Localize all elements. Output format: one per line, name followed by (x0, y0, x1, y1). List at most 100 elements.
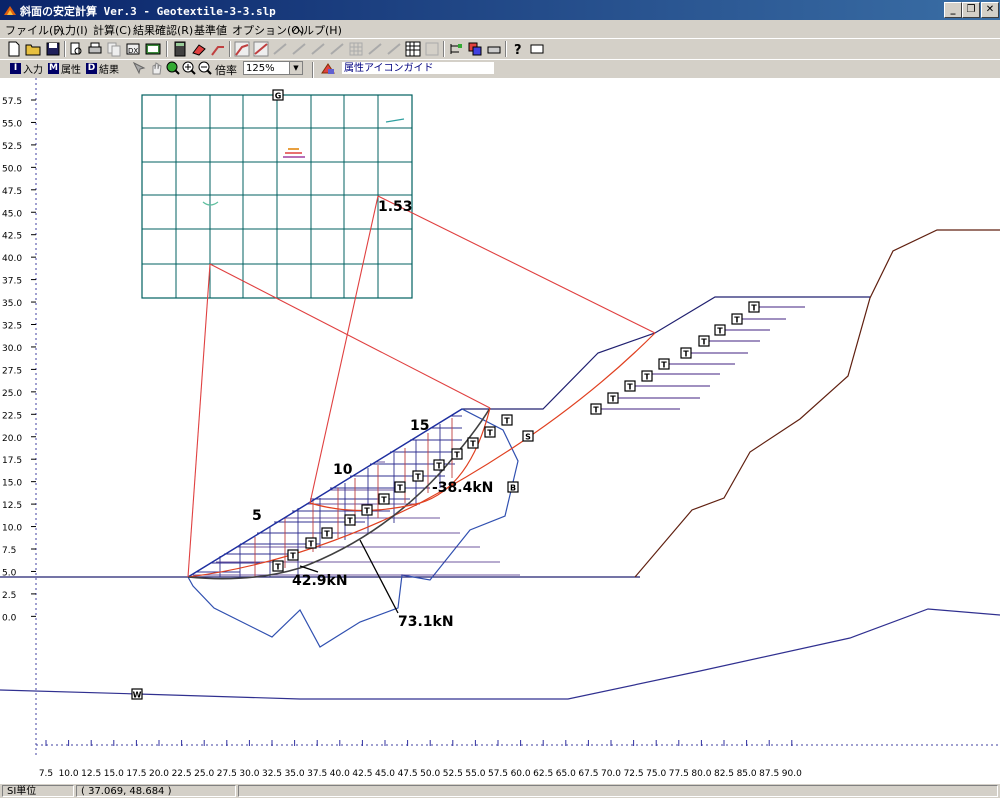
marker-icon: T (624, 380, 636, 392)
slope-edit-icon[interactable] (210, 41, 226, 57)
svg-text:T: T (470, 440, 476, 449)
slice-label-15: 15 (410, 418, 429, 434)
marker-icon: T (698, 335, 710, 347)
slope-hatch-icon[interactable] (253, 41, 269, 57)
status-unit: SI単位 (2, 785, 74, 797)
layer-icon[interactable] (467, 41, 483, 57)
open-folder-icon[interactable] (25, 41, 41, 57)
force-label-3: 73.1kN (398, 614, 454, 630)
zoom-out-icon[interactable] (197, 60, 213, 76)
marker-icon: T (748, 301, 760, 313)
print-setup-icon[interactable] (486, 41, 502, 57)
x-tick-label: 50.0 (420, 769, 440, 779)
search-grid-lines (142, 95, 412, 298)
attribute-guide-field[interactable]: 属性アイコンガイド (341, 61, 495, 75)
slope-disabled1-icon (272, 41, 288, 57)
minimize-button[interactable]: _ (944, 2, 962, 18)
y-tick-label: 12.5 (2, 501, 22, 511)
svg-text:?: ? (514, 43, 522, 57)
marker-icon: B (507, 481, 519, 493)
print-icon[interactable] (87, 41, 103, 57)
zoom-in-icon[interactable] (181, 60, 197, 76)
x-tick-label: 72.5 (624, 769, 644, 779)
copy-icon[interactable] (106, 41, 122, 57)
menu-input[interactable]: 入力(I) (54, 22, 88, 38)
mode-attribute-button[interactable]: M 属性 (48, 61, 81, 76)
y-tick-label: 7.5 (2, 546, 16, 556)
select-icon[interactable] (131, 60, 147, 76)
menu-calc[interactable]: 計算(C) (93, 22, 131, 38)
x-tick-label: 45.0 (375, 769, 395, 779)
marker-icon: T (412, 470, 424, 482)
zoom-fit-icon[interactable] (165, 60, 181, 76)
svg-text:T: T (610, 395, 616, 404)
window-title: 斜面の安定計算 Ver.3 - Geotextile-3-3.slp (20, 5, 276, 18)
marker-icon: T (484, 426, 496, 438)
new-file-icon[interactable] (6, 41, 22, 57)
svg-text:T: T (381, 496, 387, 505)
mode-attribute-label: 属性 (61, 65, 81, 76)
x-tick-label: 37.5 (307, 769, 327, 779)
slice-label-10: 10 (333, 462, 353, 478)
pan-hand-icon[interactable] (148, 60, 164, 76)
svg-text:T: T (454, 451, 460, 460)
marker-icon: G (272, 89, 284, 101)
mode-input-label: 入力 (23, 65, 43, 76)
about-icon[interactable] (529, 41, 545, 57)
y-tick-label: 17.5 (2, 456, 22, 466)
calculator-icon[interactable] (172, 41, 188, 57)
y-tick-label: 50.0 (2, 164, 22, 174)
marker-icon: T (433, 459, 445, 471)
mode-result-label: 結果 (99, 65, 119, 76)
mode-toolbar: I 入力 M 属性 D 結果 倍率 125% ▼ 属性アイコンガイド (0, 59, 1000, 79)
y-tick-label: 15.0 (2, 479, 22, 489)
menu-results[interactable]: 結果確認(R) (133, 22, 193, 38)
zoom-select[interactable]: 125% ▼ (243, 61, 303, 75)
menu-bar: ファイル(F) 入力(I) 計算(C) 結果確認(R) 基準値 オプション(O)… (0, 20, 1000, 38)
y-tick-label: 22.5 (2, 411, 22, 421)
mode-result-button[interactable]: D 結果 (86, 61, 119, 76)
table-icon[interactable] (145, 41, 161, 57)
x-tick-label: 62.5 (533, 769, 553, 779)
svg-text:T: T (627, 383, 633, 392)
eraser-icon[interactable] (191, 41, 207, 57)
slice-label-5: 5 (252, 508, 262, 524)
chart-disabled2-icon (386, 41, 402, 57)
marker-icon: T (658, 358, 670, 370)
export-icon[interactable]: DX (125, 41, 141, 57)
grid-disabled-icon (348, 41, 364, 57)
y-tick-label: 42.5 (2, 232, 22, 242)
y-tick-label: 25.0 (2, 389, 22, 399)
menu-help[interactable]: ヘルプ(H) (292, 22, 342, 38)
y-tick-label: 47.5 (2, 187, 22, 197)
maximize-button[interactable]: ❐ (962, 2, 980, 18)
x-tick-label: 85.0 (737, 769, 757, 779)
mode-input-button[interactable]: I 入力 (10, 61, 43, 76)
slope-plot[interactable]: 57.555.052.550.047.545.042.540.037.535.0… (0, 78, 1000, 784)
menu-standards[interactable]: 基準値 (194, 22, 227, 38)
svg-text:W: W (133, 691, 142, 700)
grid-table-icon[interactable] (405, 41, 421, 57)
marker-icon: T (378, 493, 390, 505)
x-tick-label: 10.0 (59, 769, 79, 779)
slope-grid-icon[interactable] (234, 41, 250, 57)
tree-icon[interactable] (448, 41, 464, 57)
attribute-guide-icon[interactable] (320, 60, 336, 76)
drawing-canvas[interactable]: 57.5 55.0 52.5 50.0 47.5 45.0 42.5 40.0 37.5 35.0… (0, 78, 1000, 784)
svg-text:T: T (734, 316, 740, 325)
y-tick-label: 57.5 (2, 97, 22, 107)
save-icon[interactable] (45, 41, 61, 57)
close-button[interactable]: ✕ (981, 2, 999, 18)
y-tick-label: 20.0 (2, 434, 22, 444)
svg-text:T: T (324, 530, 330, 539)
y-tick-label: 45.0 (2, 209, 22, 219)
grid-disabled2-icon (424, 41, 440, 57)
marker-icon: T (394, 481, 406, 493)
help-icon[interactable]: ? (510, 41, 526, 57)
x-tick-label: 87.5 (759, 769, 779, 779)
x-tick-label: 25.0 (194, 769, 214, 779)
marker-icon: T (287, 549, 299, 561)
print-preview-icon[interactable] (68, 41, 84, 57)
x-tick-label: 42.5 (352, 769, 372, 779)
svg-text:T: T (504, 417, 510, 426)
